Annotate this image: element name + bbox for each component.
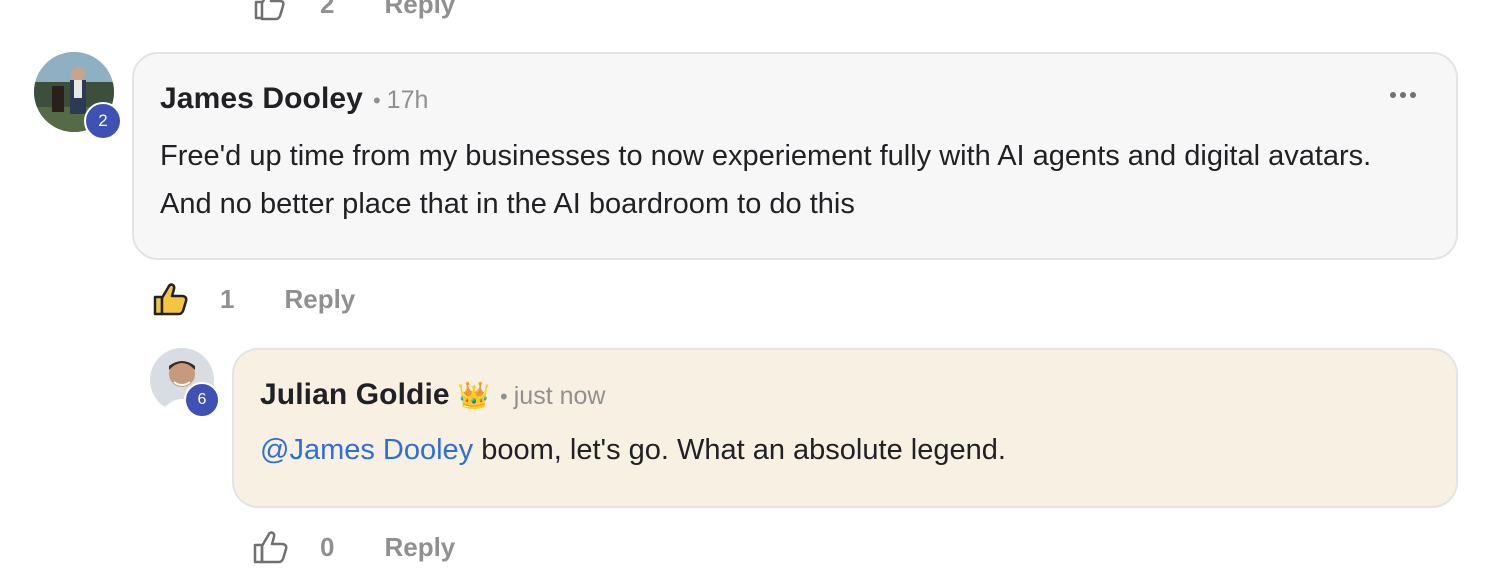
reply-bubble: Julian Goldie 👑 • just now @James Dooley… [232,348,1458,508]
more-options-button[interactable] [1390,92,1416,98]
reply-button[interactable]: Reply [384,0,455,20]
comment-actions: 1 Reply [152,280,355,318]
like-count: 0 [320,531,335,562]
level-badge: 6 [184,382,220,418]
comment-text: Free'd up time from my businesses to now… [160,140,1372,220]
reply-header: Julian Goldie 👑 • just now [260,378,605,412]
thumbs-up-icon[interactable] [252,528,290,566]
like-count: 2 [320,0,335,19]
timestamp[interactable]: 17h [387,86,429,115]
thumbs-up-icon[interactable] [152,280,190,318]
reply-button[interactable]: Reply [284,284,355,315]
separator-dot: • [500,384,508,409]
level-badge: 2 [84,102,122,140]
reply-actions: 0 Reply [252,528,455,566]
comment-header: James Dooley • 17h [160,82,428,116]
reply-text: @James Dooley boom, let's go. What an ab… [260,426,1420,474]
separator-dot: • [372,88,381,113]
reply-body: boom, let's go. What an absolute legend. [473,434,1006,466]
like-count: 1 [220,283,235,314]
more-dot-icon [1410,92,1416,98]
timestamp[interactable]: just now [514,382,606,411]
author-name[interactable]: James Dooley [160,82,363,116]
crown-icon: 👑 [457,380,491,410]
more-dot-icon [1390,92,1396,98]
reply-button[interactable]: Reply [384,532,455,563]
user-mention-link[interactable]: @James Dooley [260,434,473,466]
previous-comment-actions: 2 Reply [252,0,455,22]
author-name[interactable]: Julian Goldie [260,378,450,412]
thumbs-up-icon[interactable] [252,0,288,22]
more-dot-icon [1400,92,1406,98]
comment-bubble: James Dooley • 17h Free'd up time from m… [132,52,1458,260]
